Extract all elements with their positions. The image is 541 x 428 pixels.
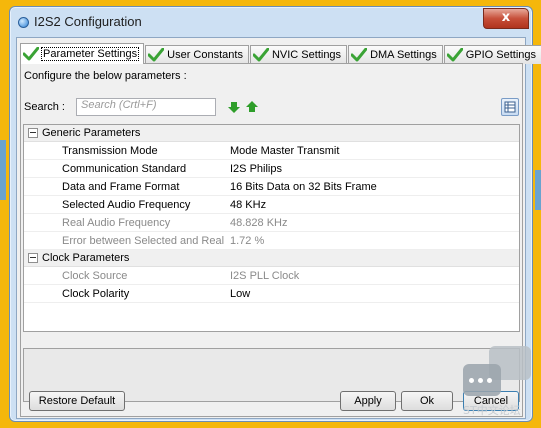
apply-button[interactable]: Apply [340,391,396,411]
param-row[interactable]: Clock Polarity Low [24,285,519,303]
param-value[interactable]: I2S Philips [230,163,282,175]
param-name: Error between Selected and Real [62,234,225,247]
backdrop-accent-left [0,140,6,200]
tab-label: GPIO Settings [465,49,537,61]
tab-parameter-settings[interactable]: Parameter Settings [20,43,145,64]
param-name: Real Audio Frequency [62,216,171,229]
param-row[interactable]: Communication Standard I2S Philips [24,160,519,178]
tab-dma-settings[interactable]: DMA Settings [348,45,443,64]
param-value[interactable]: Mode Master Transmit [230,145,339,157]
param-name: Transmission Mode [62,144,158,157]
tab-label: NVIC Settings [271,49,342,61]
param-row-readonly: Real Audio Frequency 48.828 KHz [24,214,519,232]
close-icon: x [501,10,511,25]
group-title: Clock Parameters [42,252,130,264]
param-row[interactable]: Transmission Mode Mode Master Transmit [24,142,519,160]
check-icon [148,48,165,62]
ok-button[interactable]: Ok [401,391,453,411]
tab-gpio-settings[interactable]: GPIO Settings [443,45,541,64]
tab-label: Parameter Settings [40,47,140,61]
search-label: Search : [24,101,65,113]
param-row-readonly: Clock Source I2S PLL Clock [24,267,519,285]
search-input[interactable]: Search (Crtl+F) [76,98,216,116]
parameter-panel: Configure the below parameters : Search … [20,63,523,417]
close-button[interactable]: x [483,8,529,29]
param-value: 1.72 % [230,234,265,247]
param-name: Clock Polarity [62,287,130,300]
check-icon [252,48,269,62]
watermark-text: ST中文论坛 [463,404,521,417]
group-clock-parameters[interactable]: Clock Parameters [24,250,519,267]
title-bar[interactable]: I2S2 Configuration x [10,7,532,35]
param-row[interactable]: Selected Audio Frequency 48 KHz [24,196,519,214]
forum-watermark: ST中文论坛 [459,344,539,424]
arrow-up-icon[interactable] [246,101,258,113]
restore-default-button[interactable]: Restore Default [29,391,125,411]
param-value: I2S PLL Clock [230,269,300,282]
window-title: I2S2 Configuration [34,14,142,29]
instruction-text: Configure the below parameters : [24,70,187,82]
backdrop-accent-right [535,170,541,210]
param-value[interactable]: 16 Bits Data on 32 Bits Frame [230,181,377,193]
dialog-body: Parameter Settings User Constants NVIC S… [16,37,541,419]
tab-label: User Constants [167,49,243,61]
config-dialog: I2S2 Configuration x Parameter Settings … [9,6,541,422]
param-row-readonly: Error between Selected and Real 1.72 % [24,232,519,250]
app-icon [18,17,29,28]
param-row[interactable]: Data and Frame Format 16 Bits Data on 32… [24,178,519,196]
tab-nvic-settings[interactable]: NVIC Settings [249,45,348,64]
param-name: Clock Source [62,269,128,282]
parameter-table: Generic Parameters Transmission Mode Mod… [23,124,520,332]
tab-user-constants[interactable]: User Constants [145,45,249,64]
arrow-down-icon[interactable] [228,101,240,113]
check-icon [351,48,368,62]
check-icon [446,48,463,62]
param-value[interactable]: 48 KHz [230,199,266,211]
param-name: Data and Frame Format [62,180,180,193]
grid-icon [504,101,516,113]
check-icon [23,47,39,61]
param-name: Selected Audio Frequency [62,198,191,211]
group-generic-parameters[interactable]: Generic Parameters [24,125,519,142]
tab-strip: Parameter Settings User Constants NVIC S… [20,43,541,64]
param-name: Communication Standard [62,162,187,175]
group-title: Generic Parameters [42,127,141,139]
tab-label: DMA Settings [370,49,437,61]
grid-view-button[interactable] [501,98,519,116]
param-value: 48.828 KHz [230,216,288,229]
collapse-icon[interactable] [28,128,38,138]
param-value[interactable]: Low [230,288,250,300]
collapse-icon[interactable] [28,253,38,263]
search-bar: Search : Search (Crtl+F) [24,98,519,118]
